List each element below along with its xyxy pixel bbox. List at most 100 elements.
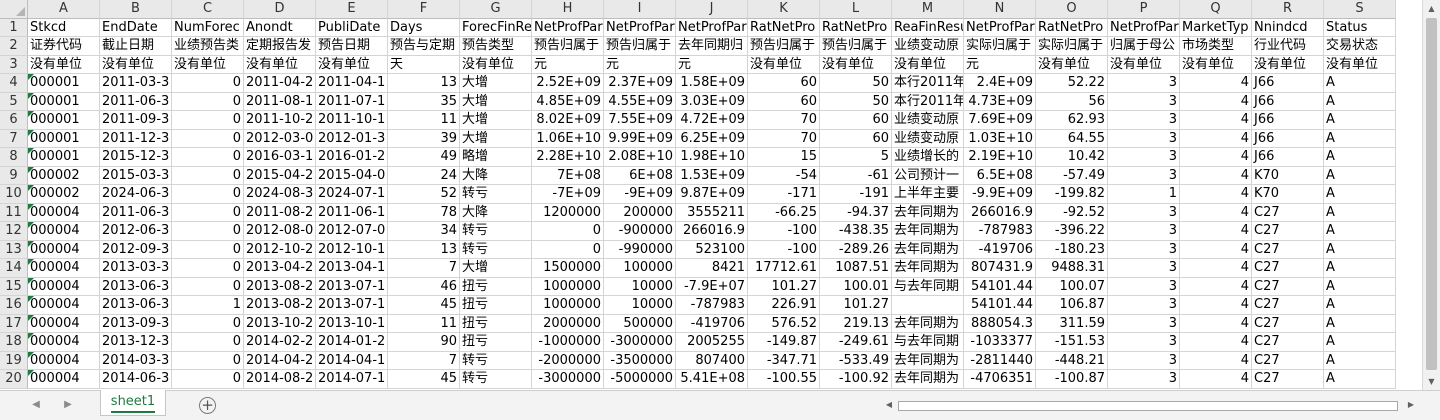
cell-i18[interactable]: -3000000	[604, 333, 676, 352]
cell-i10[interactable]: -9E+09	[604, 185, 676, 204]
cell-p4[interactable]: 3	[1108, 74, 1180, 93]
cell-i12[interactable]: -900000	[604, 222, 676, 241]
cell-j1[interactable]: NetProfPar	[676, 18, 748, 37]
cell-h5[interactable]: 4.85E+09	[532, 92, 604, 111]
cell-i8[interactable]: 2.08E+10	[604, 148, 676, 167]
column-header-f[interactable]: F	[388, 0, 460, 19]
cell-c18[interactable]: 0	[172, 333, 244, 352]
row-header[interactable]: 3	[0, 55, 28, 74]
cell-q1[interactable]: MarketTyp	[1180, 18, 1252, 37]
cell-p14[interactable]: 3	[1108, 259, 1180, 278]
cell-o6[interactable]: 62.93	[1036, 111, 1108, 130]
cell-c9[interactable]: 0	[172, 166, 244, 185]
cell-p5[interactable]: 3	[1108, 92, 1180, 111]
cell-h14[interactable]: 1500000	[532, 259, 604, 278]
cell-b9[interactable]: 2015-03-3	[100, 166, 172, 185]
cell-e8[interactable]: 2016-01-2	[316, 148, 388, 167]
cell-k16[interactable]: 226.91	[748, 296, 820, 315]
row-header[interactable]: 15	[0, 277, 28, 296]
cell-o1[interactable]: RatNetPro	[1036, 18, 1108, 37]
cell-o5[interactable]: 56	[1036, 92, 1108, 111]
cell-k4[interactable]: 60	[748, 74, 820, 93]
cell-b2[interactable]: 截止日期	[100, 37, 172, 56]
cell-s18[interactable]: A	[1324, 333, 1396, 352]
row-header[interactable]: 8	[0, 148, 28, 167]
cell-h8[interactable]: 2.28E+10	[532, 148, 604, 167]
cell-i1[interactable]: NetProfPar	[604, 18, 676, 37]
cell-o16[interactable]: 106.87	[1036, 296, 1108, 315]
cell-j11[interactable]: 3555211	[676, 203, 748, 222]
row-header[interactable]: 16	[0, 296, 28, 315]
cell-q20[interactable]: 4	[1180, 370, 1252, 389]
cell-c17[interactable]: 0	[172, 314, 244, 333]
cell-g13[interactable]: 转亏	[460, 240, 532, 259]
cell-a3[interactable]: 没有单位	[28, 55, 100, 74]
cell-j12[interactable]: 266016.9	[676, 222, 748, 241]
row-header[interactable]: 7	[0, 129, 28, 148]
cell-l14[interactable]: 1087.51	[820, 259, 892, 278]
cell-g7[interactable]: 大增	[460, 129, 532, 148]
cell-f6[interactable]: 11	[388, 111, 460, 130]
cell-j2[interactable]: 去年同期归	[676, 37, 748, 56]
cell-a7[interactable]: 000001	[28, 129, 100, 148]
cell-j5[interactable]: 3.03E+09	[676, 92, 748, 111]
row-header[interactable]: 4	[0, 74, 28, 93]
cell-s2[interactable]: 交易状态	[1324, 37, 1396, 56]
cell-k3[interactable]: 没有单位	[748, 55, 820, 74]
cell-c7[interactable]: 0	[172, 129, 244, 148]
scroll-right-icon[interactable]: ▶	[1404, 398, 1418, 412]
cell-k18[interactable]: -149.87	[748, 333, 820, 352]
spreadsheet-grid[interactable]: A B C D E F G H I J K L M N O P Q R S 1 Stkcd EndDate NumForec…	[0, 0, 1422, 390]
cell-b20[interactable]: 2014-06-3	[100, 370, 172, 389]
cell-k1[interactable]: RatNetPro	[748, 18, 820, 37]
cell-s9[interactable]: A	[1324, 166, 1396, 185]
cell-d18[interactable]: 2014-02-2	[244, 333, 316, 352]
cell-a1[interactable]: Stkcd	[28, 18, 100, 37]
scroll-up-icon[interactable]: ▲	[1423, 0, 1440, 17]
cell-m19[interactable]: 去年同期为	[892, 351, 964, 370]
cell-m3[interactable]: 没有单位	[892, 55, 964, 74]
cell-e16[interactable]: 2013-07-1	[316, 296, 388, 315]
cell-p6[interactable]: 3	[1108, 111, 1180, 130]
cell-q7[interactable]: 4	[1180, 129, 1252, 148]
row-header[interactable]: 19	[0, 351, 28, 370]
cell-f10[interactable]: 52	[388, 185, 460, 204]
cell-p20[interactable]: 3	[1108, 370, 1180, 389]
cell-j19[interactable]: 807400	[676, 351, 748, 370]
cell-k13[interactable]: -100	[748, 240, 820, 259]
cell-c14[interactable]: 0	[172, 259, 244, 278]
cell-g16[interactable]: 扭亏	[460, 296, 532, 315]
cell-f4[interactable]: 13	[388, 74, 460, 93]
cell-s11[interactable]: A	[1324, 203, 1396, 222]
scroll-down-icon[interactable]: ▼	[1423, 373, 1440, 390]
column-header-a[interactable]: A	[28, 0, 100, 19]
cell-k6[interactable]: 70	[748, 111, 820, 130]
cell-c5[interactable]: 0	[172, 92, 244, 111]
cell-b3[interactable]: 没有单位	[100, 55, 172, 74]
cell-s7[interactable]: A	[1324, 129, 1396, 148]
cell-q11[interactable]: 4	[1180, 203, 1252, 222]
column-header-s[interactable]: S	[1324, 0, 1396, 19]
cell-a11[interactable]: 000004	[28, 203, 100, 222]
cell-b18[interactable]: 2013-12-3	[100, 333, 172, 352]
cell-a6[interactable]: 000001	[28, 111, 100, 130]
cell-s16[interactable]: A	[1324, 296, 1396, 315]
cell-s5[interactable]: A	[1324, 92, 1396, 111]
cell-l9[interactable]: -61	[820, 166, 892, 185]
cell-n10[interactable]: -9.9E+09	[964, 185, 1036, 204]
cell-n2[interactable]: 实际归属于	[964, 37, 1036, 56]
cell-d9[interactable]: 2015-04-2	[244, 166, 316, 185]
cell-b7[interactable]: 2011-12-3	[100, 129, 172, 148]
cell-j7[interactable]: 6.25E+09	[676, 129, 748, 148]
cell-f18[interactable]: 90	[388, 333, 460, 352]
cell-l10[interactable]: -191	[820, 185, 892, 204]
cell-k14[interactable]: 17712.61	[748, 259, 820, 278]
cell-j16[interactable]: -787983	[676, 296, 748, 315]
cell-e11[interactable]: 2011-06-1	[316, 203, 388, 222]
cell-q8[interactable]: 4	[1180, 148, 1252, 167]
cell-a12[interactable]: 000004	[28, 222, 100, 241]
cell-m13[interactable]: 去年同期为	[892, 240, 964, 259]
cell-r15[interactable]: C27	[1252, 277, 1324, 296]
cell-c10[interactable]: 0	[172, 185, 244, 204]
cell-e1[interactable]: PubliDate	[316, 18, 388, 37]
